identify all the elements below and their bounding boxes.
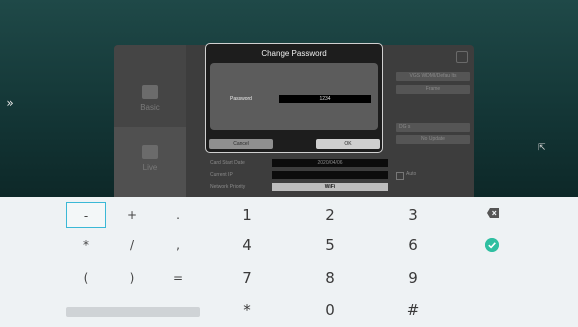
key-minus[interactable]: - xyxy=(66,202,106,228)
key-3[interactable]: 3 xyxy=(393,202,433,228)
key-hash[interactable]: # xyxy=(393,297,433,323)
key-8[interactable]: 8 xyxy=(310,265,350,291)
sidebar-item-live[interactable]: Live xyxy=(114,145,186,172)
display-icon xyxy=(142,145,158,159)
key-4[interactable]: 4 xyxy=(227,232,267,258)
key-comma[interactable]: , xyxy=(158,232,198,258)
backspace-icon[interactable] xyxy=(487,208,499,218)
settings-sidebar: Basic Live xyxy=(114,45,186,197)
settings-chip[interactable]: DG s xyxy=(396,123,470,132)
ok-button[interactable]: OK xyxy=(316,139,380,149)
expand-sidebar-icon[interactable]: » xyxy=(4,95,16,111)
key-close-paren[interactable]: ) xyxy=(112,265,152,291)
form-value[interactable]: WiFi xyxy=(272,183,388,191)
key-0[interactable]: 0 xyxy=(310,297,350,323)
change-password-dialog: Change Password Password 1234 Cancel OK xyxy=(205,43,383,153)
settings-chip[interactable]: Frame xyxy=(396,85,470,94)
settings-chip[interactable]: VGS WDMI/Defau lts xyxy=(396,72,470,81)
confirm-check-icon[interactable] xyxy=(485,238,499,252)
sidebar-item-label: Live xyxy=(142,163,158,172)
window-icon[interactable] xyxy=(456,51,468,63)
password-label: Password xyxy=(230,96,252,102)
key-6[interactable]: 6 xyxy=(393,232,433,258)
cancel-button[interactable]: Cancel xyxy=(209,139,273,149)
form-label: Card Start Date xyxy=(210,160,245,166)
key-open-paren[interactable]: ( xyxy=(66,265,106,291)
key-period[interactable]: . xyxy=(158,202,198,228)
form-value[interactable]: 2020/04/06 xyxy=(272,159,388,167)
key-slash[interactable]: / xyxy=(112,232,152,258)
space-bar[interactable] xyxy=(66,307,200,317)
key-plus[interactable]: + xyxy=(112,202,152,228)
key-5[interactable]: 5 xyxy=(310,232,350,258)
key-asterisk[interactable]: * xyxy=(66,232,106,258)
sidebar-item-label: Basic xyxy=(140,103,160,112)
key-9[interactable]: 9 xyxy=(393,265,433,291)
dialog-body: Password 1234 xyxy=(210,63,378,130)
dialog-title: Change Password xyxy=(261,49,327,58)
auto-checkbox[interactable] xyxy=(396,172,404,180)
sidebar-item-basic[interactable]: Basic xyxy=(114,85,186,112)
form-label: Network Priority xyxy=(210,184,246,190)
password-input[interactable]: 1234 xyxy=(279,95,371,103)
key-1[interactable]: 1 xyxy=(227,202,267,228)
form-label: Current IP xyxy=(210,172,233,178)
settings-icon xyxy=(142,85,158,99)
settings-chip[interactable]: No Update xyxy=(396,135,470,144)
form-value[interactable] xyxy=(272,171,388,179)
mouse-cursor-icon: ⇱ xyxy=(538,143,546,153)
key-equals[interactable]: = xyxy=(158,265,198,291)
on-screen-keyboard: - + . 1 2 3 * / , 4 5 6 ( ) = 7 8 9 * 0 … xyxy=(0,197,578,327)
key-star[interactable]: * xyxy=(227,297,267,323)
key-7[interactable]: 7 xyxy=(227,265,267,291)
auto-label: Auto xyxy=(406,171,417,177)
key-2[interactable]: 2 xyxy=(310,202,350,228)
